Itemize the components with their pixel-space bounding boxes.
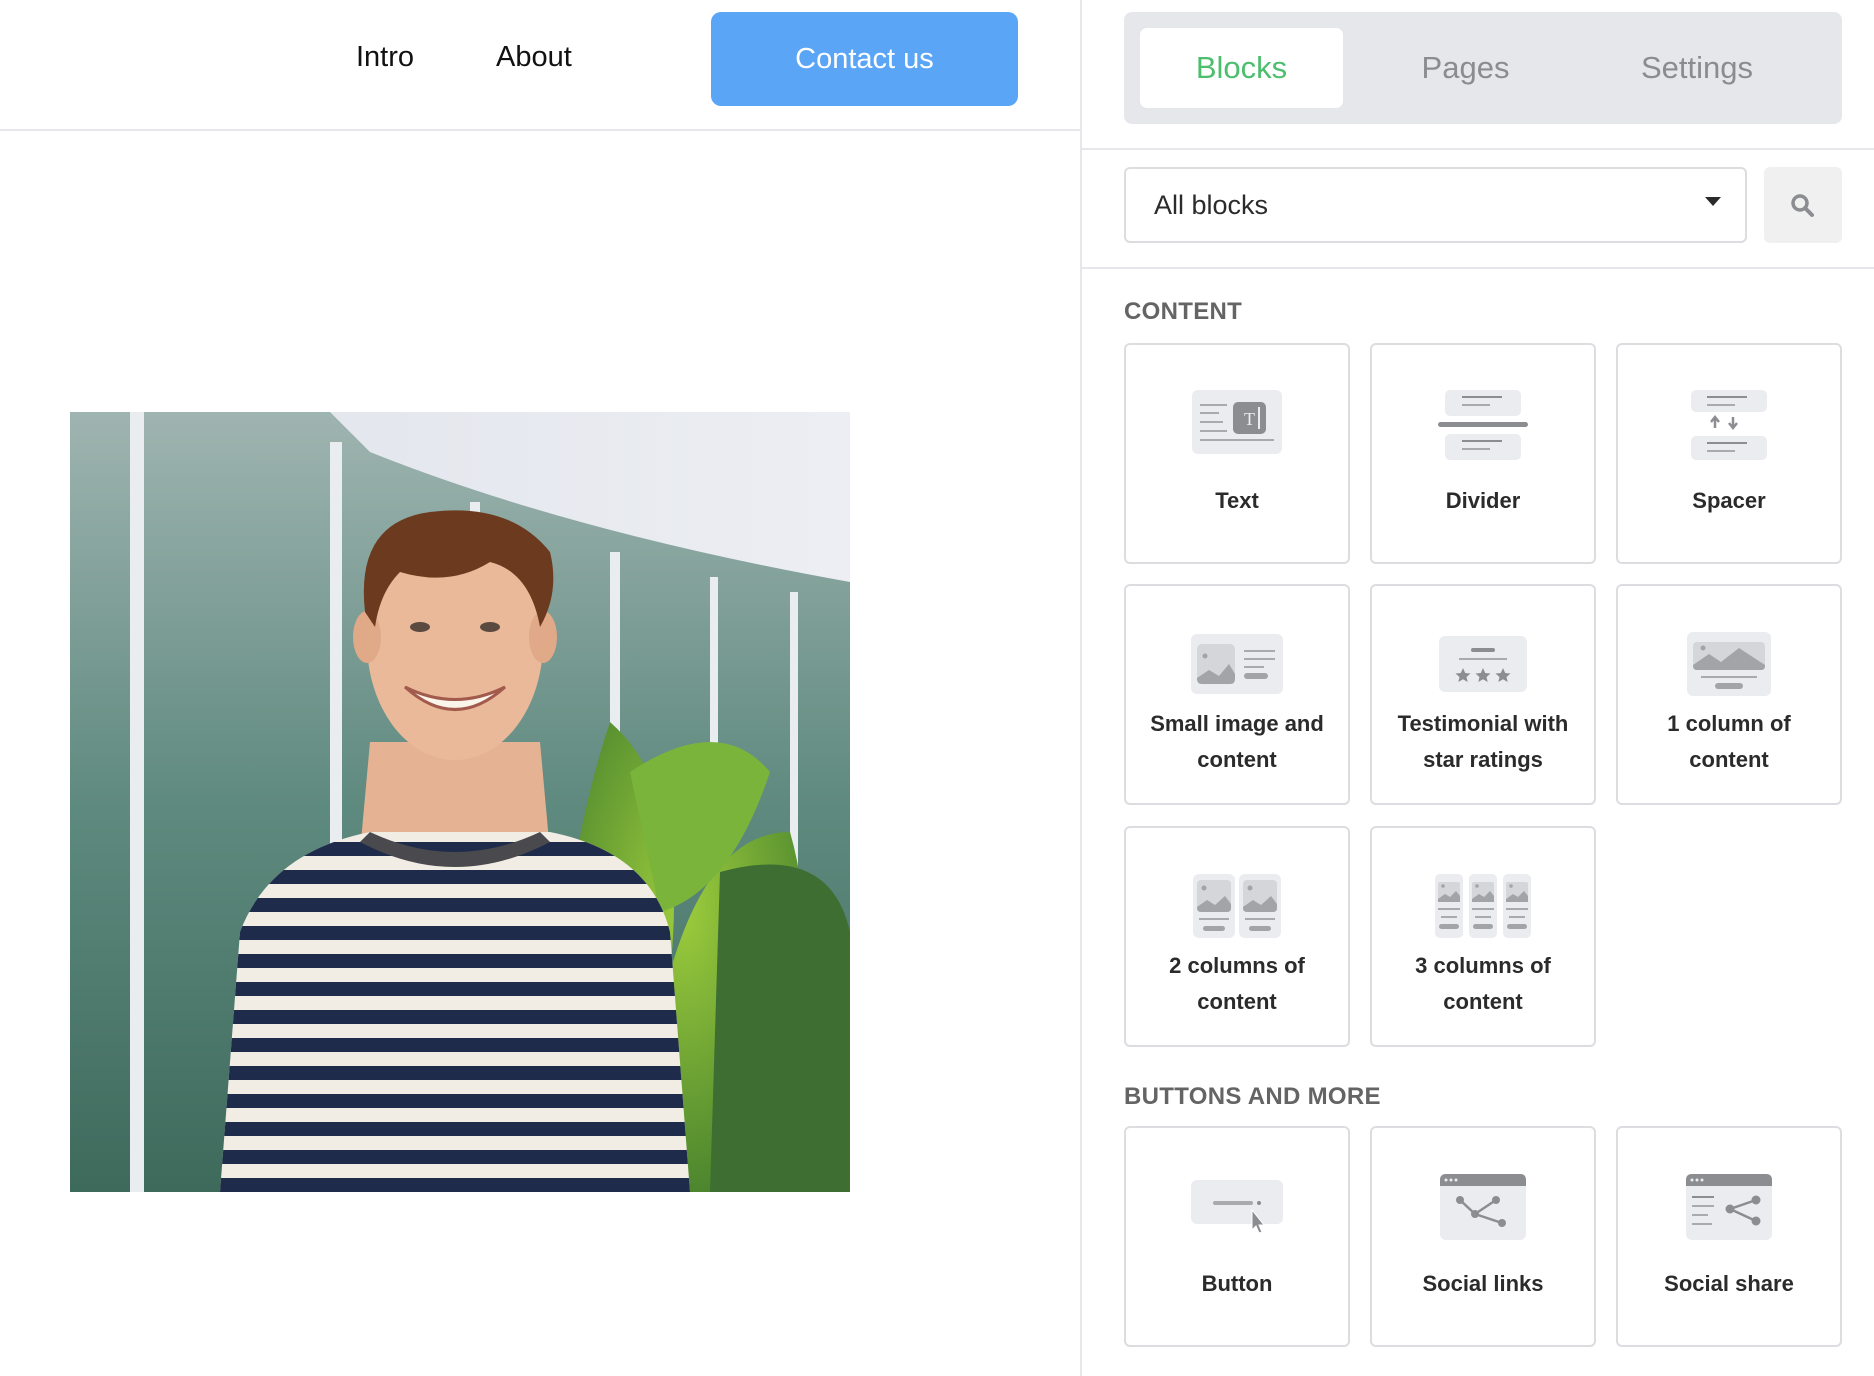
label-line: Small image and xyxy=(1150,711,1324,736)
small-image-content-icon xyxy=(1191,634,1283,694)
label-line: Testimonial with xyxy=(1397,711,1569,736)
three-columns-icon xyxy=(1435,874,1531,938)
site-header: Intro About Contact us xyxy=(0,0,1080,131)
divider-block-icon xyxy=(1438,390,1528,460)
text-block-icon: T xyxy=(1192,390,1282,454)
label-line: content xyxy=(1443,989,1523,1014)
block-card-small-image-content[interactable]: Small image and content xyxy=(1124,584,1350,805)
nav-link-intro[interactable]: Intro xyxy=(356,38,414,76)
label-line: content xyxy=(1197,747,1277,772)
spacer-block-icon xyxy=(1691,390,1767,460)
contact-us-button[interactable]: Contact us xyxy=(711,12,1018,106)
block-card-label: Small image and content xyxy=(1126,706,1348,778)
block-card-label: 1 column of content xyxy=(1618,706,1840,778)
social-share-icon xyxy=(1686,1174,1772,1240)
block-card-testimonial[interactable]: Testimonial with star ratings xyxy=(1370,584,1596,805)
label-line: 1 column of xyxy=(1667,711,1791,736)
tab-pages[interactable]: Pages xyxy=(1364,28,1567,108)
hero-photo[interactable] xyxy=(70,412,850,1192)
block-filter-select[interactable]: All blocks xyxy=(1124,167,1747,243)
block-card-label: Button xyxy=(1201,1271,1273,1296)
site-preview: Intro About Contact us xyxy=(0,0,1080,1376)
section-title-content: CONTENT xyxy=(1124,298,1243,325)
block-card-label: 3 columns of content xyxy=(1372,948,1594,1020)
portrait-image xyxy=(70,412,850,1192)
block-card-two-columns[interactable]: 2 columns of content xyxy=(1124,826,1350,1047)
block-card-spacer[interactable]: Spacer xyxy=(1616,343,1842,564)
label-line: 2 columns of xyxy=(1169,953,1305,978)
social-links-icon xyxy=(1440,1174,1526,1240)
nav-link-about[interactable]: About xyxy=(496,38,572,76)
block-card-label: Divider xyxy=(1445,488,1521,513)
divider xyxy=(1082,267,1874,269)
block-card-social-share[interactable]: Social share xyxy=(1616,1126,1842,1347)
tab-settings-label: Settings xyxy=(1640,50,1753,85)
tab-settings[interactable]: Settings xyxy=(1567,28,1827,108)
divider xyxy=(1082,148,1874,150)
label-line: 3 columns of xyxy=(1415,953,1551,978)
block-card-social-links[interactable]: Social links xyxy=(1370,1126,1596,1347)
tab-blocks[interactable]: Blocks xyxy=(1140,28,1343,108)
block-card-divider[interactable]: Divider xyxy=(1370,343,1596,564)
tab-blocks-label: Blocks xyxy=(1195,50,1288,85)
search-icon xyxy=(1791,194,1814,217)
svg-text:T: T xyxy=(1244,409,1255,429)
testimonial-stars-icon xyxy=(1439,636,1527,692)
builder-panel: Blocks Pages Settings All blocks CONTENT xyxy=(1080,0,1874,1376)
block-card-label: Social links xyxy=(1422,1271,1544,1296)
section-title-buttons-and-more: BUTTONS AND MORE xyxy=(1124,1083,1381,1110)
block-card-label: Social share xyxy=(1664,1271,1794,1296)
label-line: star ratings xyxy=(1423,747,1543,772)
block-card-button[interactable]: Button xyxy=(1124,1126,1350,1347)
block-card-label: 2 columns of content xyxy=(1126,948,1348,1020)
block-card-one-column[interactable]: 1 column of content xyxy=(1616,584,1842,805)
block-card-label: Text xyxy=(1215,488,1259,513)
tab-pages-label: Pages xyxy=(1421,50,1510,85)
block-card-text[interactable]: T Text xyxy=(1124,343,1350,564)
panel-tabs: Blocks Pages Settings xyxy=(1124,12,1842,124)
one-column-icon xyxy=(1687,632,1771,696)
chevron-down-icon xyxy=(1705,197,1721,206)
block-card-three-columns[interactable]: 3 columns of content xyxy=(1370,826,1596,1047)
search-button[interactable] xyxy=(1764,167,1842,243)
block-card-label: Spacer xyxy=(1692,488,1766,513)
button-block-icon xyxy=(1191,1180,1283,1234)
two-columns-icon xyxy=(1193,874,1281,938)
block-card-label: Testimonial with star ratings xyxy=(1372,706,1594,778)
label-line: content xyxy=(1689,747,1769,772)
label-line: content xyxy=(1197,989,1277,1014)
block-filter-value: All blocks xyxy=(1154,190,1269,220)
